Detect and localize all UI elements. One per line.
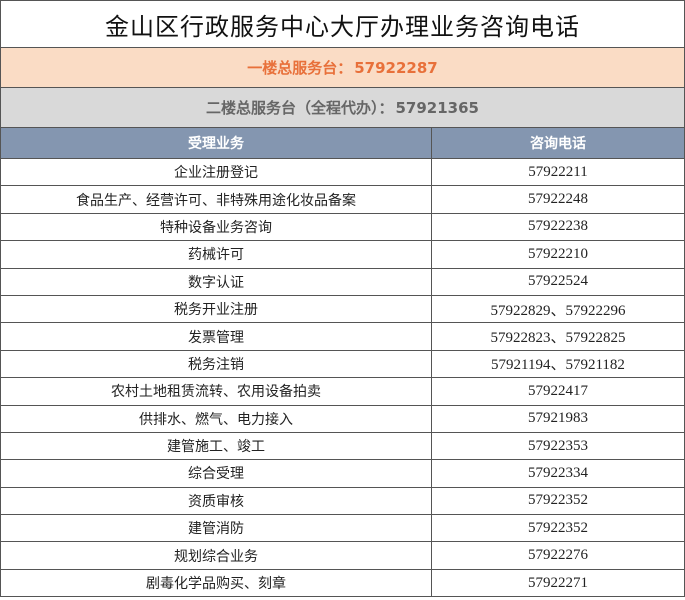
business-cell: 食品生产、经营许可、非特殊用途化妆品备案	[1, 186, 432, 213]
first-floor-desk-phone: 57922287	[354, 58, 438, 77]
phone-cell: 57921194、57921182	[491, 357, 625, 374]
table-body: 企业注册登记 57922211 食品生产、经营许可、非特殊用途化妆品备案 579222…	[0, 159, 685, 598]
table-row: 供排水、燃气、电力接入 57921983	[0, 405, 685, 433]
business-cell: 税务注销	[1, 350, 432, 378]
table-row: 发票管理 57922823、57922825	[0, 323, 685, 351]
business-cell: 企业注册登记	[1, 159, 432, 186]
phone-cell: 57922210	[528, 245, 588, 262]
table-row: 农村土地租赁流转、农用设备拍卖 57922417	[0, 378, 685, 406]
phone-cell: 57922211	[528, 163, 588, 180]
business-cell: 税务开业注册	[1, 295, 432, 323]
column-header-phone: 咨询电话	[530, 136, 586, 152]
business-cell: 资质审核	[1, 487, 432, 515]
second-floor-desk-banner: 二楼总服务台（全程代办）： 57921365	[0, 88, 685, 128]
table-row: 食品生产、经营许可、非特殊用途化妆品备案 57922248	[0, 186, 685, 214]
business-cell: 农村土地租赁流转、农用设备拍卖	[1, 378, 432, 405]
first-floor-desk-label: 一楼总服务台：	[247, 59, 353, 77]
table-row: 数字认证 57922524	[0, 268, 685, 296]
phone-cell: 57922248	[528, 191, 588, 208]
table-row: 药械许可 57922210	[0, 241, 685, 269]
phone-cell: 57922238	[528, 218, 588, 235]
phone-cell: 57922417	[528, 382, 588, 399]
service-phone-table: 金山区行政服务中心大厅办理业务咨询电话 一楼总服务台： 57922287 二楼总…	[0, 0, 685, 598]
business-cell: 特种设备业务咨询	[1, 213, 432, 241]
phone-cell: 57922524	[528, 273, 588, 290]
phone-cell: 57922829、57922296	[490, 302, 626, 319]
business-cell: 药械许可	[1, 241, 432, 268]
business-cell: 综合受理	[1, 460, 432, 487]
second-floor-desk-phone: 57921365	[395, 98, 480, 117]
table-row: 特种设备业务咨询 57922238	[0, 213, 685, 242]
business-cell: 发票管理	[1, 323, 432, 350]
phone-cell: 57922271	[528, 574, 588, 591]
column-header-business: 受理业务	[1, 128, 432, 158]
table-row: 税务开业注册 57922829、57922296	[0, 295, 685, 324]
phone-cell: 57922276	[528, 547, 588, 564]
business-cell: 规划综合业务	[1, 542, 432, 569]
table-row: 资质审核 57922352	[0, 487, 685, 516]
phone-cell: 57921983	[528, 410, 588, 427]
business-cell: 建管消防	[1, 515, 432, 542]
table-row: 建管施工、竣工 57922353	[0, 432, 685, 461]
first-floor-desk-banner: 一楼总服务台： 57922287	[0, 48, 685, 88]
page-title: 金山区行政服务中心大厅办理业务咨询电话	[0, 0, 685, 48]
second-floor-desk-label: 二楼总服务台（全程代办）：	[205, 99, 394, 117]
table-row: 税务注销 57921194、57921182	[0, 350, 685, 379]
business-cell: 建管施工、竣工	[1, 432, 432, 460]
phone-cell: 57922353	[528, 437, 588, 454]
table-row: 规划综合业务 57922276	[0, 542, 685, 570]
business-cell: 供排水、燃气、电力接入	[1, 405, 432, 432]
phone-cell: 57922352	[528, 519, 588, 536]
phone-cell: 57922352	[528, 492, 588, 509]
table-row: 企业注册登记 57922211	[0, 159, 685, 187]
phone-cell: 57922823、57922825	[490, 330, 626, 347]
table-row: 综合受理 57922334	[0, 460, 685, 488]
business-cell: 剧毒化学品购买、刻章	[1, 569, 432, 597]
phone-cell: 57922334	[528, 464, 588, 481]
table-row: 建管消防 57922352	[0, 515, 685, 543]
business-cell: 数字认证	[1, 268, 432, 295]
table-row: 剧毒化学品购买、刻章 57922271	[0, 569, 685, 598]
table-header: 受理业务 咨询电话	[0, 128, 685, 159]
